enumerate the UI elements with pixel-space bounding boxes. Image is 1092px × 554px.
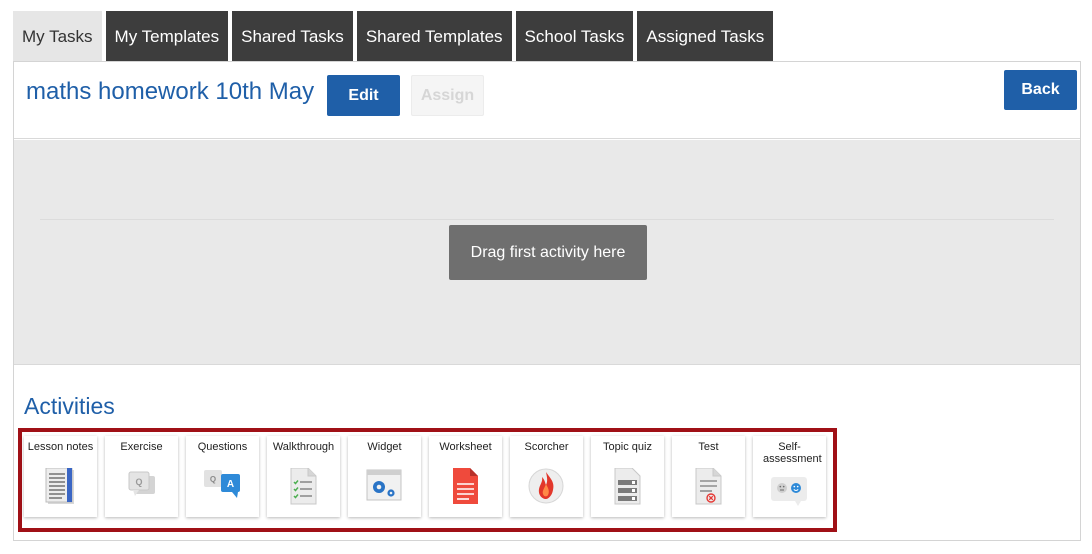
tab-shared-templates[interactable]: Shared Templates [356,11,512,61]
tab-assigned-tasks[interactable]: Assigned Tasks [637,11,774,61]
activity-scorcher[interactable]: Scorcher [510,436,583,517]
activity-label: Questions [197,441,248,453]
walkthrough-icon [290,468,317,505]
worksheet-icon [453,468,478,504]
assign-button: Assign [411,75,484,116]
activity-lesson-notes[interactable]: Lesson notes [24,436,97,517]
tab-shared-tasks[interactable]: Shared Tasks [232,11,353,61]
self-assessment-icon [771,477,807,506]
questions-icon: Q A [204,470,240,498]
activity-dropzone[interactable]: Drag first activity here [14,140,1080,365]
activity-label: Widget [367,441,402,453]
tab-my-templates[interactable]: My Templates [105,11,229,61]
svg-text:A: A [227,479,234,490]
task-panel: maths homework 10th May Edit Assign Back… [13,61,1081,541]
widget-icon [366,469,402,501]
task-header: maths homework 10th May Edit Assign Back [14,62,1080,139]
activity-label: Topic quiz [603,441,652,453]
activity-label: Test [698,441,719,453]
activity-label: Self-assessment [763,441,822,465]
drop-hint: Drag first activity here [449,225,647,280]
activity-walkthrough[interactable]: Walkthrough [267,436,340,517]
activity-label: Scorcher [524,441,569,453]
svg-text:Q: Q [210,475,216,484]
activity-worksheet[interactable]: Worksheet [429,436,502,517]
activity-self-assessment[interactable]: Self-assessment [753,436,826,517]
topic-quiz-icon [614,468,641,505]
activity-topic-quiz[interactable]: Topic quiz [591,436,664,517]
tab-my-tasks[interactable]: My Tasks [13,11,102,61]
activities-palette: Lesson notes Exercise Q Questions Q A Wa… [18,428,837,532]
activities-heading: Activities [24,393,115,419]
activity-exercise[interactable]: Exercise Q [105,436,178,517]
activity-test[interactable]: Test [672,436,745,517]
back-button[interactable]: Back [1004,70,1077,110]
test-icon [695,468,722,505]
activity-label: Walkthrough [272,441,335,453]
edit-button[interactable]: Edit [327,75,400,116]
activity-label: Worksheet [439,441,492,453]
task-title: maths homework 10th May [26,78,315,105]
lesson-notes-icon [45,468,74,504]
svg-text:Q: Q [135,477,142,487]
activity-label: Exercise [120,441,163,453]
task-tabs: My Tasks My Templates Shared Tasks Share… [13,11,774,61]
exercise-icon: Q [128,471,155,496]
dropzone-divider [40,219,1054,220]
activity-widget[interactable]: Widget [348,436,421,517]
activity-label: Lesson notes [27,441,94,453]
activity-questions[interactable]: Questions Q A [186,436,259,517]
scorcher-icon [528,468,564,504]
tab-school-tasks[interactable]: School Tasks [515,11,634,61]
